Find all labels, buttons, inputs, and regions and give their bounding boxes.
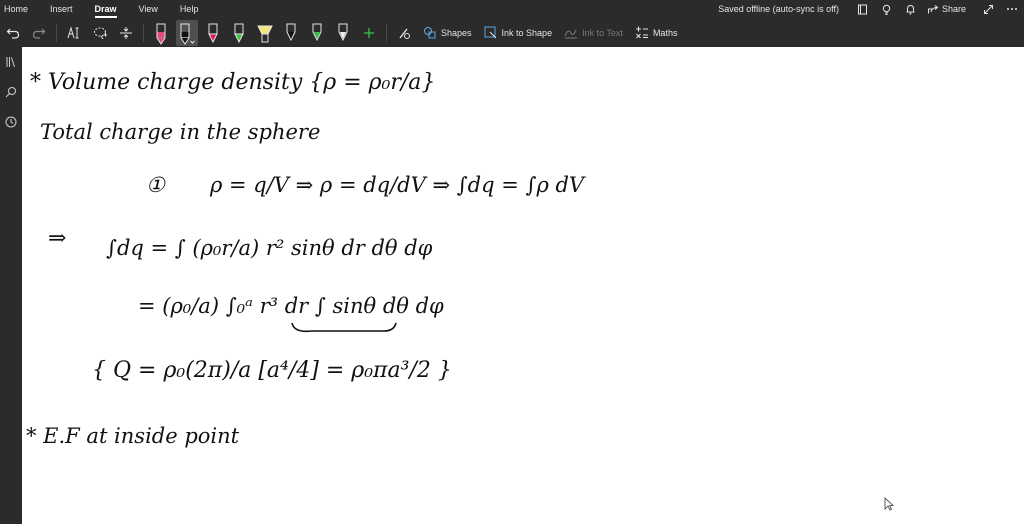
pen-green[interactable]	[228, 20, 250, 46]
add-pen-button[interactable]	[357, 21, 381, 45]
toolbar-separator	[56, 23, 57, 42]
pen-green-2[interactable]	[306, 20, 328, 46]
lasso-type-icon	[67, 25, 79, 38]
pen-pink[interactable]	[150, 20, 172, 46]
pen-icon	[286, 23, 296, 41]
pen-black[interactable]	[280, 20, 302, 46]
toolbar-separator	[386, 23, 387, 42]
ink-to-text-button[interactable]: Ink to Text	[558, 21, 629, 45]
plus-icon	[364, 27, 374, 38]
toolbar-separator	[143, 23, 144, 42]
clock-icon	[5, 116, 17, 128]
note-line-total-charge-result: { Q = ρ₀(2π)/a [a⁴/4] = ρ₀πa³/2 }	[92, 358, 452, 383]
undo-icon	[6, 28, 20, 39]
search-icon	[5, 87, 16, 98]
pen-black-selected[interactable]	[176, 19, 198, 46]
mouse-cursor-icon	[884, 497, 894, 511]
pen-icon	[312, 23, 322, 41]
shapes-label: Shapes	[441, 27, 472, 38]
notebooks-icon	[6, 57, 15, 68]
note-line-charge-relations: ρ = q/V ⇒ ρ = dq/dV ⇒ ∫dq = ∫ρ dV	[209, 173, 586, 197]
menu-view[interactable]: View	[128, 0, 169, 18]
note-line-electric-field: * E.F at inside point	[26, 424, 240, 448]
maths-label: Maths	[652, 27, 678, 38]
menu-insert[interactable]: Insert	[39, 0, 84, 18]
pen-icon	[338, 23, 348, 41]
redo-button[interactable]	[27, 21, 51, 45]
lasso-icon	[94, 27, 107, 39]
pen-icon	[208, 23, 218, 43]
menu-help[interactable]: Help	[169, 0, 210, 18]
ruler-button[interactable]	[392, 21, 416, 45]
note-step-number: ①	[146, 173, 166, 197]
ink-to-shape-icon	[484, 26, 496, 39]
note-line-volume-charge-density: * Volume charge density {ρ = ρ₀r/a}	[30, 70, 435, 95]
menu-bar: Home Insert Draw View Help Saved offline…	[0, 0, 1024, 18]
note-page[interactable]: * Volume charge density {ρ = ρ₀r/a} Tota…	[22, 47, 1024, 524]
ink-to-shape-button[interactable]: Ink to Shape	[478, 21, 559, 45]
ink-to-text-label: Ink to Text	[582, 27, 623, 38]
lightbulb-icon[interactable]	[881, 3, 893, 15]
type-select-button[interactable]	[62, 21, 86, 45]
ink-layer: * Volume charge density {ρ = ρ₀r/a} Tota…	[26, 70, 586, 448]
notebook-icon[interactable]	[857, 3, 869, 15]
share-icon	[927, 4, 939, 13]
left-sidebar	[0, 47, 22, 524]
add-space-button[interactable]	[114, 21, 138, 45]
pen-icon	[234, 23, 244, 43]
note-line-total-charge: Total charge in the sphere	[40, 120, 320, 144]
ink-to-text-icon	[564, 29, 578, 39]
highlighter-yellow[interactable]	[254, 20, 276, 46]
pen-icon	[156, 23, 166, 45]
ink-to-shape-label: Ink to Shape	[501, 27, 553, 38]
maths-icon	[635, 26, 648, 39]
note-line-integral-setup: ∫dq = ∫ (ρ₀r/a) r² sinθ dr dθ dφ	[106, 236, 433, 260]
share-button[interactable]: Share	[927, 4, 966, 15]
menu-draw[interactable]: Draw	[84, 0, 128, 18]
undo-button[interactable]	[1, 21, 25, 45]
highlighter-icon	[257, 25, 273, 42]
sync-status: Saved offline (auto-sync is off)	[718, 4, 839, 14]
recent-button[interactable]	[0, 107, 22, 137]
pen-icon	[180, 23, 195, 45]
notebooks-button[interactable]	[0, 47, 22, 77]
pen-red[interactable]	[202, 20, 224, 46]
more-options-icon[interactable]	[1006, 3, 1018, 15]
lasso-select-button[interactable]	[88, 21, 112, 45]
maths-button[interactable]: Maths	[629, 21, 684, 45]
share-label: Share	[941, 4, 966, 14]
shapes-button[interactable]: Shapes	[417, 21, 478, 45]
shapes-icon	[424, 27, 436, 39]
draw-toolbar: Shapes Ink to Shape Ink to Text Maths	[0, 18, 1024, 47]
note-line-separated-integrals: = (ρ₀/a) ∫₀ᵃ r³ dr ∫ sinθ dθ dφ	[138, 294, 444, 318]
pen-settings-icon	[399, 28, 410, 39]
search-button[interactable]	[0, 77, 22, 107]
bell-icon[interactable]	[905, 3, 917, 15]
add-space-icon	[120, 26, 132, 39]
underbrace-stroke	[291, 322, 397, 333]
note-implies-arrow: ⇒	[48, 226, 66, 251]
pen-white[interactable]	[332, 20, 354, 46]
redo-icon	[32, 28, 46, 39]
menu-home[interactable]: Home	[0, 0, 39, 18]
expand-icon[interactable]	[982, 3, 994, 15]
status-area: Saved offline (auto-sync is off) Share	[718, 0, 1024, 18]
